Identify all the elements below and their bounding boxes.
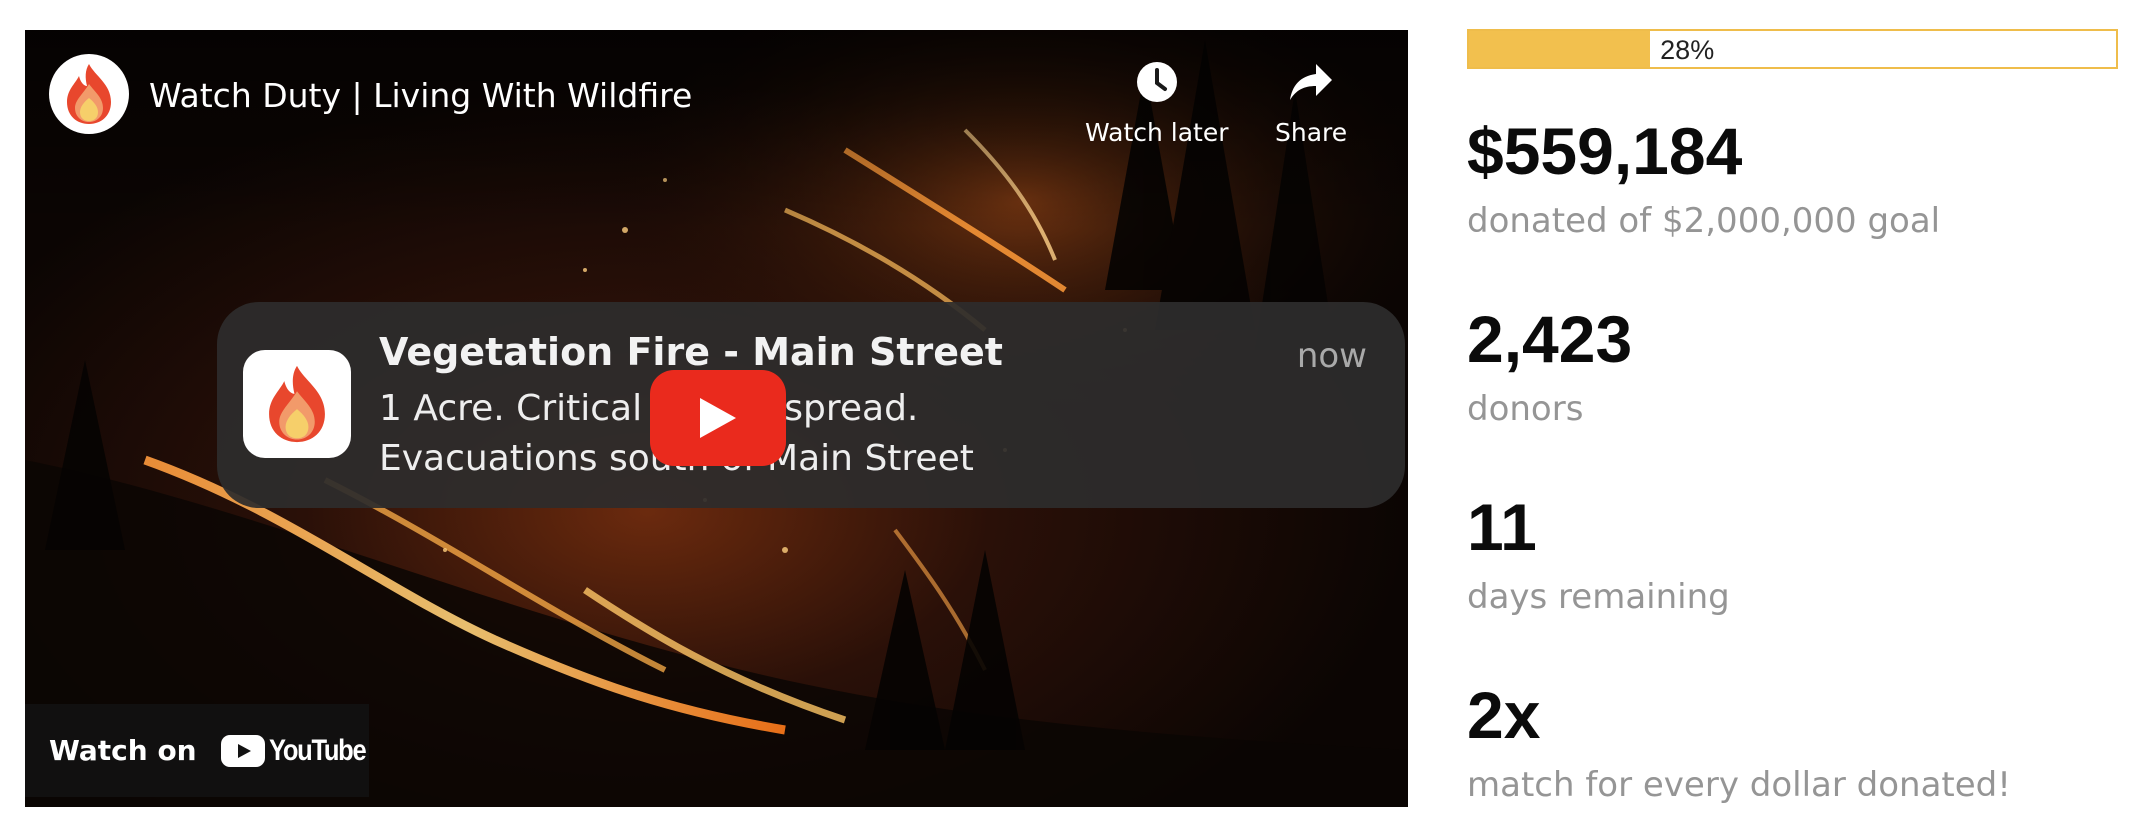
notification-time: now (1296, 336, 1367, 376)
channel-avatar[interactable] (49, 54, 129, 134)
notification-overlay: Vegetation Fire - Main Street now 1 Acre… (217, 302, 1405, 508)
play-button[interactable] (650, 370, 786, 466)
video-player[interactable]: Watch Duty | Living With Wildfire Watch … (25, 30, 1408, 807)
watch-later-label: Watch later (1085, 118, 1229, 147)
youtube-play-icon (220, 734, 265, 767)
share-label: Share (1275, 118, 1348, 147)
match-multiplier-label: match for every dollar donated! (1467, 765, 2011, 805)
match-multiplier: 2x (1467, 678, 1541, 752)
flame-logo-icon (243, 350, 351, 458)
days-remaining: 11 (1467, 490, 1537, 564)
watch-on-label: Watch on (49, 734, 197, 767)
donor-count: 2,423 (1467, 302, 1633, 376)
flame-logo-icon (67, 64, 111, 124)
watch-on-youtube-button[interactable]: Watch on YouTube (25, 704, 369, 797)
watch-later-button[interactable]: Watch later (1085, 54, 1229, 147)
progress-percent-label: 28% (1660, 35, 1715, 65)
donor-count-label: donors (1467, 389, 1584, 429)
share-button[interactable]: Share (1275, 54, 1347, 147)
youtube-logo: YouTube (220, 733, 382, 768)
clock-icon (1129, 54, 1185, 110)
notification-title: Vegetation Fire - Main Street (379, 330, 1003, 374)
share-arrow-icon (1283, 54, 1339, 110)
campaign-progress-bar: 28% (1467, 29, 2118, 69)
progress-fill (1469, 31, 1651, 67)
youtube-wordmark: YouTube (268, 733, 367, 767)
days-remaining-label: days remaining (1467, 577, 1730, 617)
video-title[interactable]: Watch Duty | Living With Wildfire (149, 76, 692, 115)
play-icon (700, 398, 736, 438)
amount-donated: $559,184 (1467, 114, 1743, 188)
amount-donated-label: donated of $2,000,000 goal (1467, 201, 1941, 241)
